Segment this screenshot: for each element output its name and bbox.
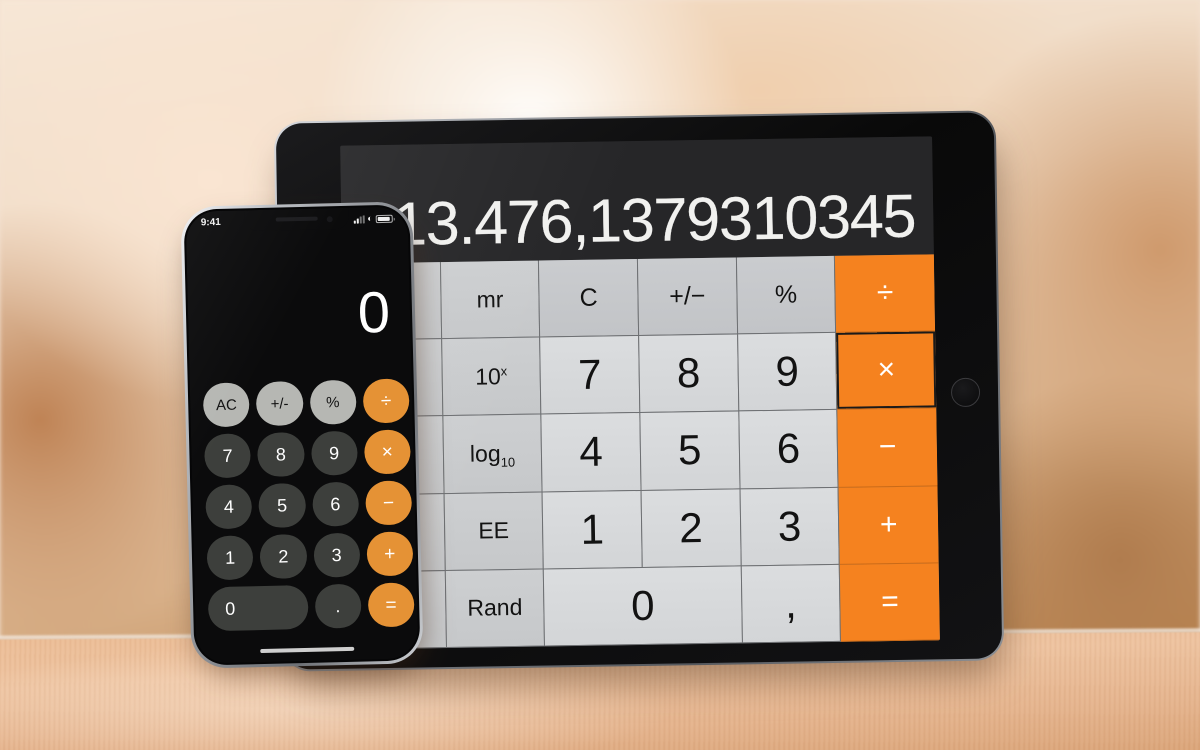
phone-key-3[interactable]: 3 <box>312 532 361 578</box>
tablet-key-2[interactable]: 2 <box>641 489 742 568</box>
phone-key-1[interactable]: 1 <box>206 535 254 581</box>
phone-key-multiply[interactable]: × <box>363 429 411 475</box>
tablet-key-memory-recall[interactable]: mr <box>440 260 541 340</box>
tablet-screen: 313.476,1379310345 m-mrC+/−%÷ex10x789×ln… <box>340 136 940 650</box>
tablet-key-7[interactable]: 7 <box>540 336 641 415</box>
tablet-key-decimal-comma[interactable]: , <box>741 564 842 644</box>
tablet-key-4[interactable]: 4 <box>541 413 642 493</box>
tablet-key-3[interactable]: 3 <box>740 487 841 567</box>
phone-key-4[interactable]: 4 <box>205 484 253 530</box>
phone-calculator-display: 0 <box>187 264 411 347</box>
phone-key-divide[interactable]: ÷ <box>362 378 410 424</box>
wifi-icon: ◐ <box>367 213 373 224</box>
phone-key-0[interactable]: 0 <box>207 584 309 632</box>
tablet-key-log-base-ten[interactable]: log10 <box>443 414 543 494</box>
phone-status-bar: 9:41 ◐ <box>186 206 408 234</box>
tablet-keypad: m-mrC+/−%÷ex10x789×lnlog10456−eEE123+πRa… <box>341 254 940 650</box>
phone-key-minus[interactable]: − <box>364 480 413 526</box>
scene: 313.476,1379310345 m-mrC+/−%÷ex10x789×ln… <box>0 0 1200 750</box>
phone-key-all-clear[interactable]: AC <box>202 382 251 428</box>
tablet-display-value: 313.476,1379310345 <box>359 181 916 259</box>
phone-body: 9:41 ◐ 0 AC +/-% ÷ 7 8 9 × 4 5 6− 1 2 3 +0. = <box>183 204 421 666</box>
tablet-key-8[interactable]: 8 <box>639 334 739 414</box>
tablet-key-5[interactable]: 5 <box>640 411 741 491</box>
tablet-key-divide[interactable]: ÷ <box>835 254 936 334</box>
battery-icon <box>375 214 393 223</box>
phone-keypad: AC +/-% ÷ 7 8 9 × 4 5 6− 1 2 3 +0. = <box>202 378 415 632</box>
tablet-key-clear[interactable]: C <box>539 259 640 338</box>
phone-key-equals[interactable]: = <box>367 582 415 628</box>
tablet-key-sign-toggle[interactable]: +/− <box>637 257 738 337</box>
phone-key-sign-toggle[interactable]: +/- <box>255 380 304 427</box>
tablet-key-0[interactable]: 0 <box>544 566 743 647</box>
phone-key-6[interactable]: 6 <box>311 481 359 527</box>
phone-key-8[interactable]: 8 <box>257 431 305 478</box>
tablet-key-multiply[interactable]: × <box>836 331 937 411</box>
tablet-key-equals[interactable]: = <box>840 563 940 642</box>
tablet-key-1[interactable]: 1 <box>542 490 643 570</box>
phone-screen: 9:41 ◐ 0 AC +/-% ÷ 7 8 9 × 4 5 6− 1 2 3 +0. = <box>185 206 419 664</box>
phone-key-9[interactable]: 9 <box>310 430 358 476</box>
tablet-key-9[interactable]: 9 <box>737 333 838 412</box>
phone-key-2[interactable]: 2 <box>259 533 307 580</box>
tablet-calculator-display: 313.476,1379310345 <box>340 136 934 264</box>
status-indicators: ◐ <box>353 213 393 224</box>
phone-key-7[interactable]: 7 <box>203 433 252 479</box>
phone-key-5[interactable]: 5 <box>258 482 306 529</box>
tablet-key-plus[interactable]: + <box>838 485 939 565</box>
tablet-key-minus[interactable]: − <box>837 408 938 488</box>
tablet-key-6[interactable]: 6 <box>738 410 839 490</box>
tablet-key-ee[interactable]: EE <box>444 492 545 571</box>
phone-device: 9:41 ◐ 0 AC +/-% ÷ 7 8 9 × 4 5 6− 1 2 3 +0. = <box>180 201 426 677</box>
home-indicator[interactable] <box>260 646 355 654</box>
tablet-key-random[interactable]: Rand <box>445 569 546 649</box>
phone-frame: 9:41 ◐ 0 AC +/-% ÷ 7 8 9 × 4 5 6− 1 2 3 +0. = <box>180 201 424 669</box>
tablet-key-exp-ten[interactable]: 10x <box>441 337 542 417</box>
home-button[interactable] <box>950 377 981 408</box>
status-time: 9:41 <box>200 216 221 229</box>
cellular-signal-icon <box>353 214 365 224</box>
phone-key-percent[interactable]: % <box>309 379 357 425</box>
phone-key-plus[interactable]: + <box>366 531 414 577</box>
phone-key-decimal-point[interactable]: . <box>314 583 362 629</box>
tablet-key-percent[interactable]: % <box>736 255 837 335</box>
phone-display-value: 0 <box>356 280 390 347</box>
